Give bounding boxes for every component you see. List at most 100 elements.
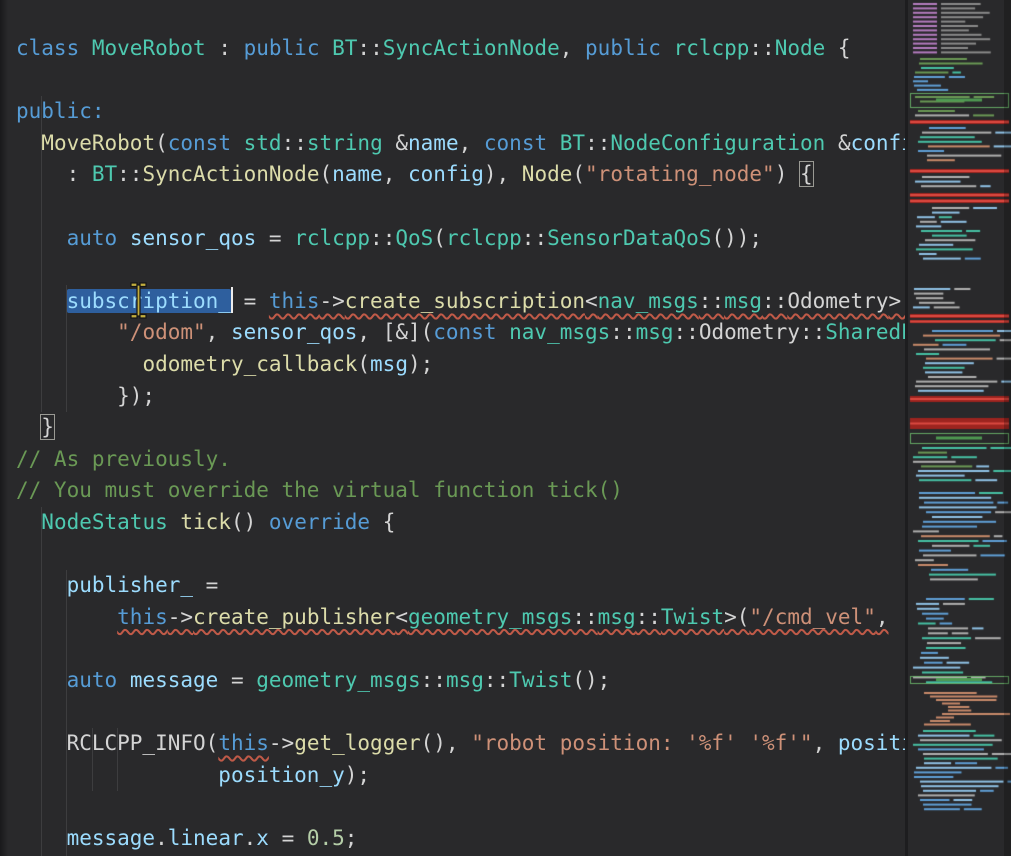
code-token: config	[851, 131, 905, 155]
code-token: public	[585, 36, 661, 60]
code-token	[16, 415, 41, 439]
code-line[interactable]: NodeStatus tick() override {	[16, 507, 905, 539]
code-token: msg	[370, 352, 408, 376]
code-token: RCLCPP_INFO	[67, 731, 206, 755]
code-line[interactable]: "/odom", sensor_qos, [&](const nav_msgs:…	[16, 317, 905, 349]
code-line[interactable]	[16, 191, 905, 223]
code-token: NodeConfiguration	[610, 131, 825, 155]
code-token: MoveRobot	[92, 36, 206, 60]
code-token	[16, 352, 142, 376]
code-token	[319, 36, 332, 60]
code-token: msg	[636, 320, 674, 344]
code-token: NodeStatus	[41, 510, 167, 534]
code-token: this	[269, 289, 320, 313]
code-token	[661, 36, 674, 60]
code-line[interactable]: message.linear.x = 0.5;	[16, 823, 905, 855]
code-line[interactable]: this->create_publisher<geometry_msgs::ms…	[16, 602, 905, 634]
code-token: );	[408, 352, 433, 376]
code-token: auto	[67, 226, 118, 250]
code-token: rclcpp	[674, 36, 750, 60]
code-token: ::	[585, 131, 610, 155]
code-line[interactable]: // As previously.	[16, 444, 905, 476]
code-line[interactable]: auto message = geometry_msgs::msg::Twist…	[16, 665, 905, 697]
code-token: subscription_	[67, 289, 231, 313]
code-token	[117, 668, 130, 692]
code-line[interactable]: publisher_ =	[16, 570, 905, 602]
code-token: (),	[421, 731, 472, 755]
code-token: linear	[168, 826, 244, 850]
code-token: position_y	[218, 763, 344, 787]
indent-guide	[66, 570, 67, 856]
code-token: ::	[357, 36, 382, 60]
code-token: (	[319, 162, 332, 186]
code-lines: class MoveRobot : public BT::SyncActionN…	[16, 33, 905, 854]
code-token: const	[484, 131, 547, 155]
code-token: msg	[598, 605, 636, 629]
code-token: x	[256, 826, 269, 850]
code-token: message	[130, 668, 219, 692]
code-token: ::	[749, 36, 774, 60]
code-line[interactable]	[16, 254, 905, 286]
code-token: SharedPtr	[825, 320, 905, 344]
code-token: =	[269, 826, 307, 850]
code-token	[547, 131, 560, 155]
code-token: Node	[775, 36, 826, 60]
code-token: auto	[67, 668, 118, 692]
code-token: Odometry	[787, 289, 888, 313]
code-token: override	[269, 510, 370, 534]
code-token: position_x	[838, 731, 905, 755]
code-token: =	[193, 573, 218, 597]
indent-guide	[92, 728, 93, 791]
code-token: // You must override the virtual functio…	[16, 478, 623, 502]
code-token: ();	[572, 668, 610, 692]
code-line[interactable]: odometry_callback(msg);	[16, 349, 905, 381]
code-token: SyncActionNode	[383, 36, 560, 60]
code-line[interactable]: // You must override the virtual functio…	[16, 475, 905, 507]
code-token: ::	[484, 668, 509, 692]
code-area[interactable]: class MoveRobot : public BT::SyncActionN…	[0, 0, 905, 856]
code-token: get_logger	[294, 731, 420, 755]
code-token: BT	[560, 131, 585, 155]
code-token: {	[370, 510, 395, 534]
code-token: this	[218, 731, 269, 755]
code-line[interactable]: public:	[16, 96, 905, 128]
code-line[interactable]	[16, 633, 905, 665]
code-token: name	[332, 162, 383, 186]
code-token: ->	[269, 731, 294, 755]
code-line[interactable]: RCLCPP_INFO(this->get_logger(), "robot p…	[16, 728, 905, 760]
code-token: msg	[446, 668, 484, 692]
code-token: public	[244, 36, 320, 60]
code-token: (	[155, 131, 168, 155]
code-token: name	[408, 131, 459, 155]
code-line[interactable]: subscription_ = this->create_subscriptio…	[16, 286, 905, 318]
code-token: ,	[206, 320, 231, 344]
code-line[interactable]: : BT::SyncActionNode(name, config), Node…	[16, 159, 905, 191]
code-token: ->	[319, 289, 344, 313]
code-line[interactable]: MoveRobot(const std::string &name, const…	[16, 128, 905, 160]
code-token: (	[433, 226, 446, 250]
code-line[interactable]	[16, 539, 905, 571]
code-line[interactable]	[16, 65, 905, 97]
code-token: geometry_msgs	[408, 605, 572, 629]
code-line[interactable]: });	[16, 381, 905, 413]
code-line[interactable]	[16, 696, 905, 728]
indent-guide	[41, 507, 42, 856]
indent-guide	[66, 285, 67, 412]
code-line[interactable]: }	[16, 412, 905, 444]
code-token: sensor_qos	[130, 226, 256, 250]
code-token: ::	[699, 289, 724, 313]
code-token: // As previously.	[16, 447, 231, 471]
code-line[interactable]: position_y);	[16, 760, 905, 792]
code-token: &	[825, 131, 850, 155]
minimap[interactable]	[908, 0, 1011, 856]
code-token: BT	[332, 36, 357, 60]
code-token	[79, 36, 92, 60]
code-token: ::	[572, 605, 597, 629]
code-line[interactable]: auto sensor_qos = rclcpp::QoS(rclcpp::Se…	[16, 223, 905, 255]
code-token: message	[67, 826, 156, 850]
code-line[interactable]	[16, 791, 905, 823]
code-token	[168, 510, 181, 534]
code-token: "/cmd_vel"	[749, 605, 875, 629]
code-line[interactable]: class MoveRobot : public BT::SyncActionN…	[16, 33, 905, 65]
code-token	[16, 510, 41, 534]
